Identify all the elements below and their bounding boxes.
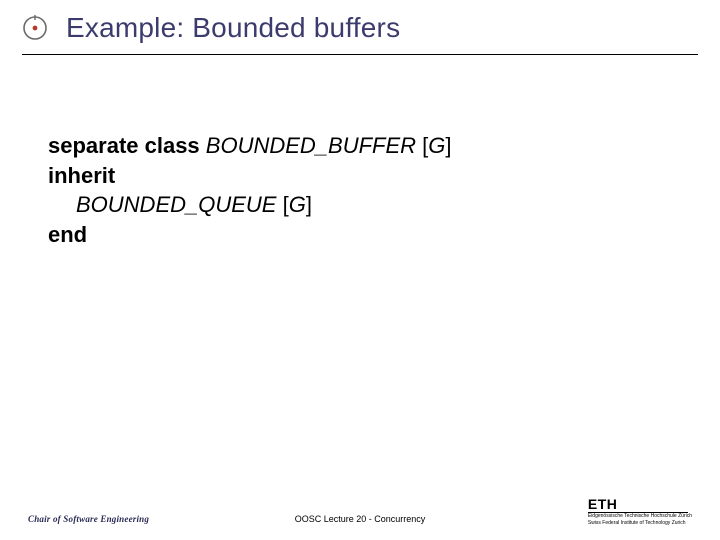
slide-footer: Chair of Software Engineering OOSC Lectu… [0, 498, 720, 524]
class-name-bounded-queue: BOUNDED_QUEUE [76, 192, 276, 217]
gp-open: [ [416, 133, 428, 158]
slide-header: Example: Bounded buffers [0, 0, 720, 44]
keyword-end: end [48, 222, 87, 247]
keyword-separate-class: separate class [48, 133, 200, 158]
circle-bullet-icon [22, 15, 48, 41]
eth-subtitle-1: Eidgenössische Technische Hochschule Zür… [588, 514, 692, 520]
code-line-3: BOUNDED_QUEUE [G] [48, 190, 672, 220]
footer-left-text: Chair of Software Engineering [28, 514, 149, 524]
footer-center-text: OOSC Lecture 20 - Concurrency [295, 514, 426, 524]
gp-close-2: ] [306, 192, 312, 217]
eth-logo-text: ETH [588, 497, 692, 511]
slide-body: separate class BOUNDED_BUFFER [G] inheri… [0, 55, 720, 250]
slide-title: Example: Bounded buffers [66, 12, 400, 44]
code-line-1: separate class BOUNDED_BUFFER [G] [48, 131, 672, 161]
eth-subtitle-2: Swiss Federal Institute of Technology Zu… [588, 521, 692, 527]
gp-open-2: [ [276, 192, 288, 217]
generic-g-2: G [289, 192, 306, 217]
gp-close: ] [445, 133, 451, 158]
code-line-4: end [48, 220, 672, 250]
generic-g-1: G [428, 133, 445, 158]
keyword-inherit: inherit [48, 163, 115, 188]
footer-logo: ETH Eidgenössische Technische Hochschule… [588, 497, 692, 526]
slide: Example: Bounded buffers separate class … [0, 0, 720, 540]
class-name-bounded-buffer: BOUNDED_BUFFER [206, 133, 416, 158]
code-line-2: inherit [48, 161, 672, 191]
